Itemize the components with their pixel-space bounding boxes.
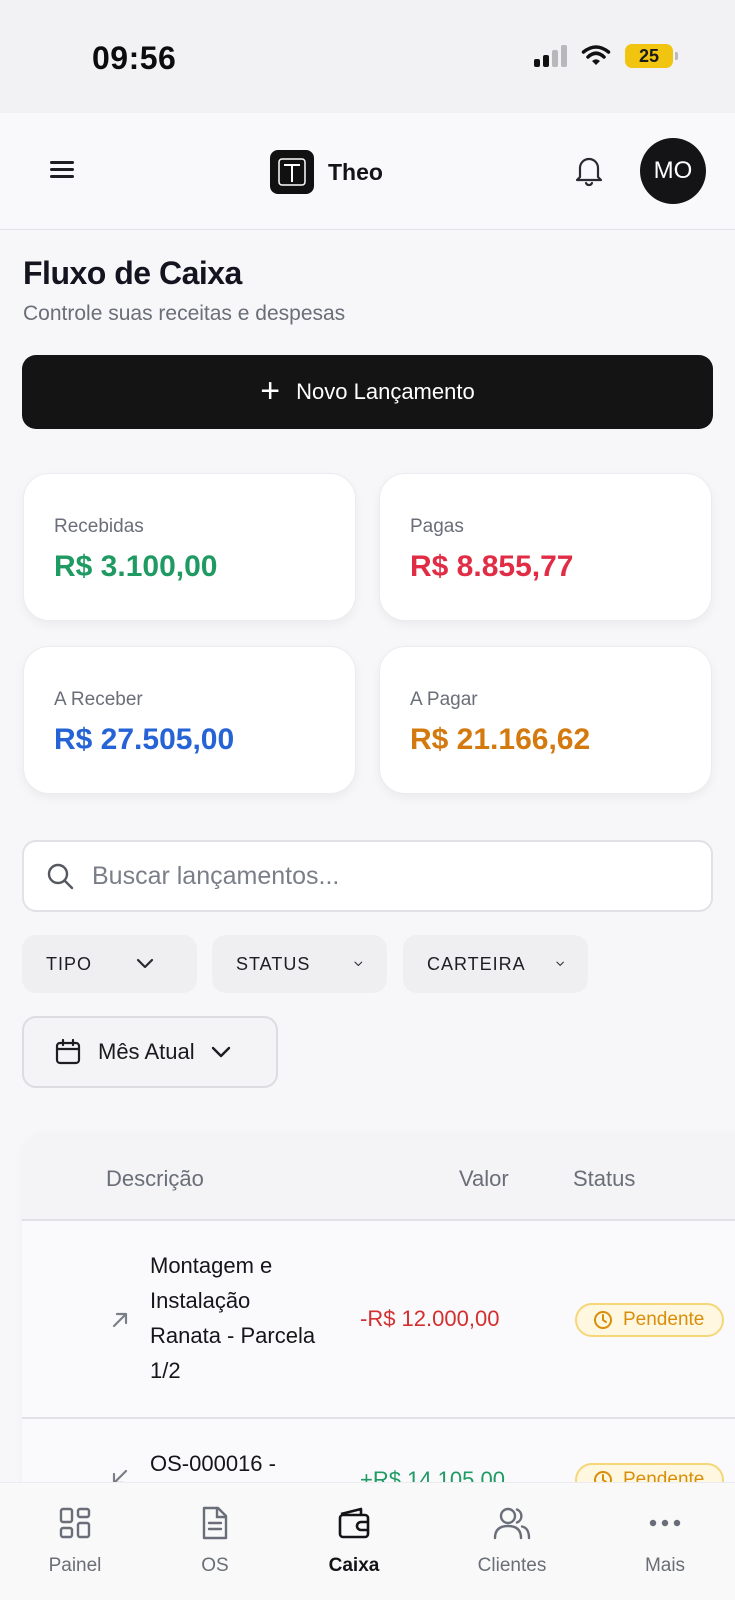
card-paid: Pagas R$ 8.855,77 xyxy=(379,473,712,621)
clock-icon xyxy=(594,1311,612,1329)
nav-label: Clientes xyxy=(477,1555,547,1576)
column-header-value[interactable]: Valor xyxy=(459,1166,509,1192)
bottom-nav: Painel OS Caixa Clientes Mais xyxy=(0,1482,735,1600)
nav-label: Mais xyxy=(644,1555,686,1576)
nav-item-caixa[interactable]: Caixa xyxy=(294,1503,414,1577)
status-icons: 25 xyxy=(534,44,678,68)
page-subtitle: Controle suas receitas e despesas xyxy=(23,302,346,325)
status-badge: Pendente xyxy=(575,1463,725,1482)
calendar-icon xyxy=(55,1038,81,1065)
nav-label: OS xyxy=(201,1555,229,1576)
page-title: Fluxo de Caixa xyxy=(23,255,242,291)
document-icon xyxy=(202,1506,228,1540)
filter-label: CARTEIRA xyxy=(427,953,526,974)
plus-icon: + xyxy=(260,371,281,410)
card-value: R$ 3.100,00 xyxy=(54,550,218,583)
card-value: R$ 27.505,00 xyxy=(54,723,235,756)
clock-icon xyxy=(594,1471,612,1482)
arrow-up-right-icon xyxy=(112,1312,128,1328)
filter-label: STATUS xyxy=(236,953,311,974)
status-badge: Pendente xyxy=(575,1303,725,1337)
nav-item-clientes[interactable]: Clientes xyxy=(452,1503,572,1577)
status-time: 09:56 xyxy=(92,40,177,76)
status-badge-label: Pendente xyxy=(623,1309,705,1330)
chevron-down-icon xyxy=(211,1046,230,1057)
date-filter-label: Mês Atual xyxy=(98,1039,195,1064)
grid-icon xyxy=(59,1507,91,1539)
table-header: Descrição Valor Status xyxy=(22,1132,735,1221)
card-label: A Receber xyxy=(54,689,143,710)
new-entry-label: Novo Lançamento xyxy=(296,379,475,404)
table-row[interactable]: Montagem e Instalação Ranata - Parcela 1… xyxy=(22,1221,735,1419)
nav-label: Caixa xyxy=(328,1555,380,1576)
row-value: -R$ 12.000,00 xyxy=(360,1306,500,1331)
chevron-down-icon xyxy=(354,961,363,966)
row-value: +R$ 14.105,00 xyxy=(360,1467,505,1482)
users-icon xyxy=(493,1507,531,1540)
row-description: OS-000016 - xyxy=(150,1451,276,1476)
filter-type[interactable]: TIPO xyxy=(22,935,197,993)
avatar[interactable]: MO xyxy=(640,138,706,204)
app-header: Theo MO xyxy=(0,113,735,230)
status-badge-label: Pendente xyxy=(623,1469,705,1482)
card-received: Recebidas R$ 3.100,00 xyxy=(23,473,356,621)
search-icon xyxy=(47,863,74,890)
battery-icon: 25 xyxy=(625,44,678,68)
filter-wallet[interactable]: CARTEIRA xyxy=(403,935,588,993)
column-header-status[interactable]: Status xyxy=(573,1166,635,1192)
row-description: Montagem e Instalação Ranata - Parcela 1… xyxy=(150,1253,316,1383)
search-box xyxy=(22,840,713,912)
card-to-pay: A Pagar R$ 21.166,62 xyxy=(379,646,712,794)
logo-t-icon xyxy=(278,158,306,186)
wifi-icon xyxy=(581,45,611,65)
brand[interactable]: Theo xyxy=(270,150,383,194)
arrow-down-left-icon xyxy=(112,1469,128,1482)
column-header-description[interactable]: Descrição xyxy=(106,1166,204,1192)
card-to-receive: A Receber R$ 27.505,00 xyxy=(23,646,356,794)
date-filter[interactable]: Mês Atual xyxy=(22,1016,278,1088)
card-label: A Pagar xyxy=(410,689,478,710)
more-icon xyxy=(649,1519,681,1527)
brand-logo xyxy=(270,150,314,194)
card-label: Pagas xyxy=(410,516,464,537)
filter-status[interactable]: STATUS xyxy=(212,935,387,993)
hamburger-menu-icon[interactable] xyxy=(50,157,82,187)
entries-table: Descrição Valor Status Montagem e Instal… xyxy=(22,1132,735,1482)
nav-item-os[interactable]: OS xyxy=(155,1503,275,1577)
chevron-down-icon xyxy=(136,958,154,969)
bell-icon[interactable] xyxy=(572,153,606,189)
filter-label: TIPO xyxy=(46,953,93,974)
nav-item-painel[interactable]: Painel xyxy=(15,1503,135,1577)
table-row[interactable]: OS-000016 - +R$ 14.105,00 Pendente xyxy=(22,1419,735,1482)
cellular-signal-icon xyxy=(534,45,567,67)
nav-item-mais[interactable]: Mais xyxy=(605,1503,725,1577)
nav-label: Painel xyxy=(48,1555,102,1576)
card-label: Recebidas xyxy=(54,516,144,537)
chevron-down-icon xyxy=(556,961,564,966)
card-value: R$ 8.855,77 xyxy=(410,550,574,583)
wallet-icon xyxy=(338,1507,370,1539)
brand-name: Theo xyxy=(328,158,383,185)
card-value: R$ 21.166,62 xyxy=(410,723,591,756)
status-bar: 09:56 25 xyxy=(0,0,735,113)
new-entry-button[interactable]: + Novo Lançamento xyxy=(22,355,713,429)
search-input[interactable] xyxy=(92,861,711,891)
